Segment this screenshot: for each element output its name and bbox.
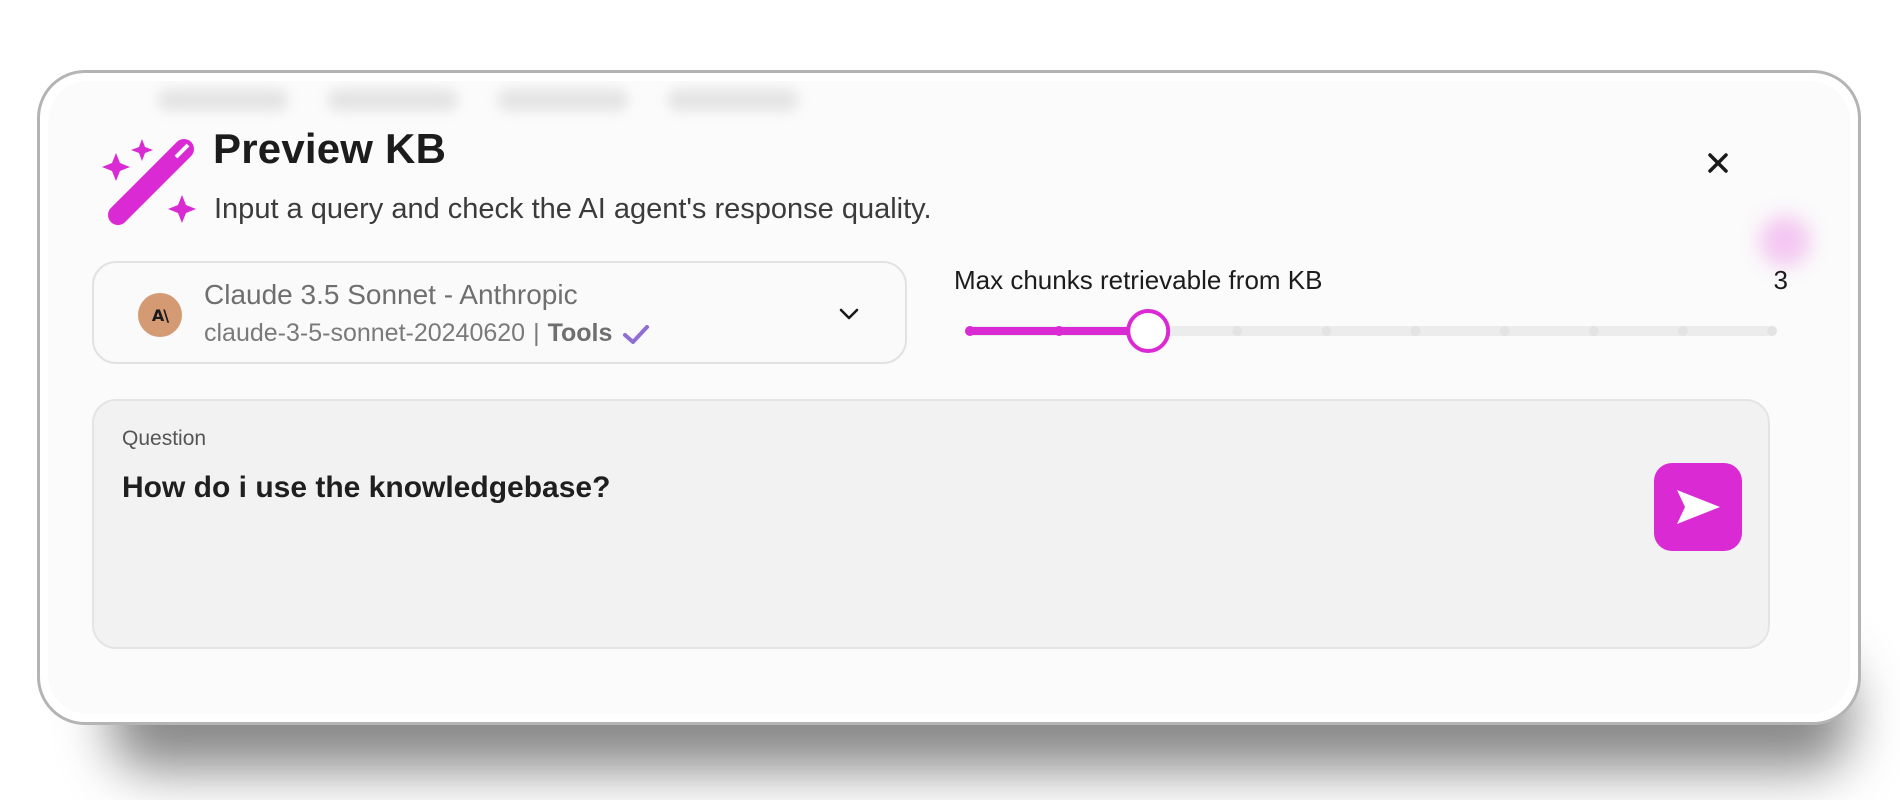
model-id: claude-3-5-sonnet-20240620: [204, 319, 526, 347]
send-button[interactable]: [1654, 463, 1742, 551]
model-capability: Tools: [547, 319, 613, 347]
slider-tick: [1677, 326, 1688, 336]
chunks-slider[interactable]: [952, 301, 1802, 361]
slider-tick: [1321, 326, 1332, 336]
model-select-dropdown[interactable]: A\ Claude 3.5 Sonnet - Anthropic claude-…: [92, 261, 907, 364]
chunks-slider-value: 3: [1773, 265, 1788, 295]
background-tabs: [158, 89, 798, 111]
model-meta-separator: |: [533, 319, 540, 347]
slider-tick: [1767, 326, 1777, 336]
slider-tick: [1232, 326, 1243, 336]
check-icon: [623, 324, 650, 344]
close-icon[interactable]: [1698, 143, 1738, 183]
chevron-down-icon: [839, 308, 859, 320]
anthropic-avatar: A\: [138, 293, 182, 337]
preview-kb-modal: Preview KB Input a query and check the A…: [48, 81, 1850, 714]
chunks-slider-label: Max chunks retrievable from KB: [954, 265, 1323, 295]
model-name: Claude 3.5 Sonnet - Anthropic: [204, 279, 578, 310]
background-blur-dot: [1760, 216, 1810, 266]
model-meta: claude-3-5-sonnet-20240620 | Tools: [204, 319, 650, 348]
slider-thumb[interactable]: [1126, 309, 1171, 353]
question-input[interactable]: [122, 471, 1572, 505]
question-label: Question: [122, 427, 207, 450]
slider-tick: [1410, 326, 1421, 336]
question-field[interactable]: Question: [92, 399, 1770, 649]
modal-subtitle: Input a query and check the AI agent's r…: [214, 193, 932, 225]
send-icon: [1677, 490, 1720, 524]
magic-wand-icon: [102, 139, 196, 225]
screenshot-frame: Preview KB Input a query and check the A…: [37, 70, 1861, 725]
modal-title: Preview KB: [213, 125, 447, 172]
slider-tick: [1588, 326, 1599, 336]
slider-tick: [1499, 326, 1510, 336]
